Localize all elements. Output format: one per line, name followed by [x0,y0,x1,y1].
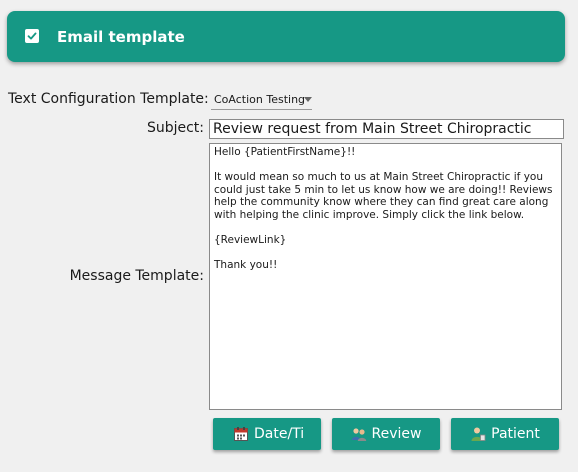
message-template-textarea[interactable]: Hello {PatientFirstName}!! It would mean… [209,143,562,410]
person-icon [471,427,486,441]
check-icon [27,32,37,40]
header-checkbox[interactable] [25,29,39,43]
insert-date-time-button[interactable]: Date/Ti [213,418,321,450]
template-dropdown-value: CoAction Testing [214,93,306,106]
template-label: Text Configuration Template: [8,91,209,107]
people-icon [351,428,366,441]
calendar-icon [234,427,248,441]
insert-patient-button[interactable]: Patient [451,418,559,450]
insert-review-button[interactable]: Review [332,418,440,450]
subject-label: Subject: [146,120,204,136]
insert-review-label: Review [371,426,422,442]
insert-patient-label: Patient [491,426,540,442]
email-template-header: Email template [7,11,565,62]
message-label: Message Template: [69,268,204,284]
chevron-down-icon [304,97,312,102]
subject-input[interactable]: Review request from Main Street Chiropra… [209,119,564,139]
insert-date-time-label: Date/Ti [254,426,305,442]
header-title: Email template [57,28,185,46]
template-dropdown[interactable]: CoAction Testing [211,90,312,110]
